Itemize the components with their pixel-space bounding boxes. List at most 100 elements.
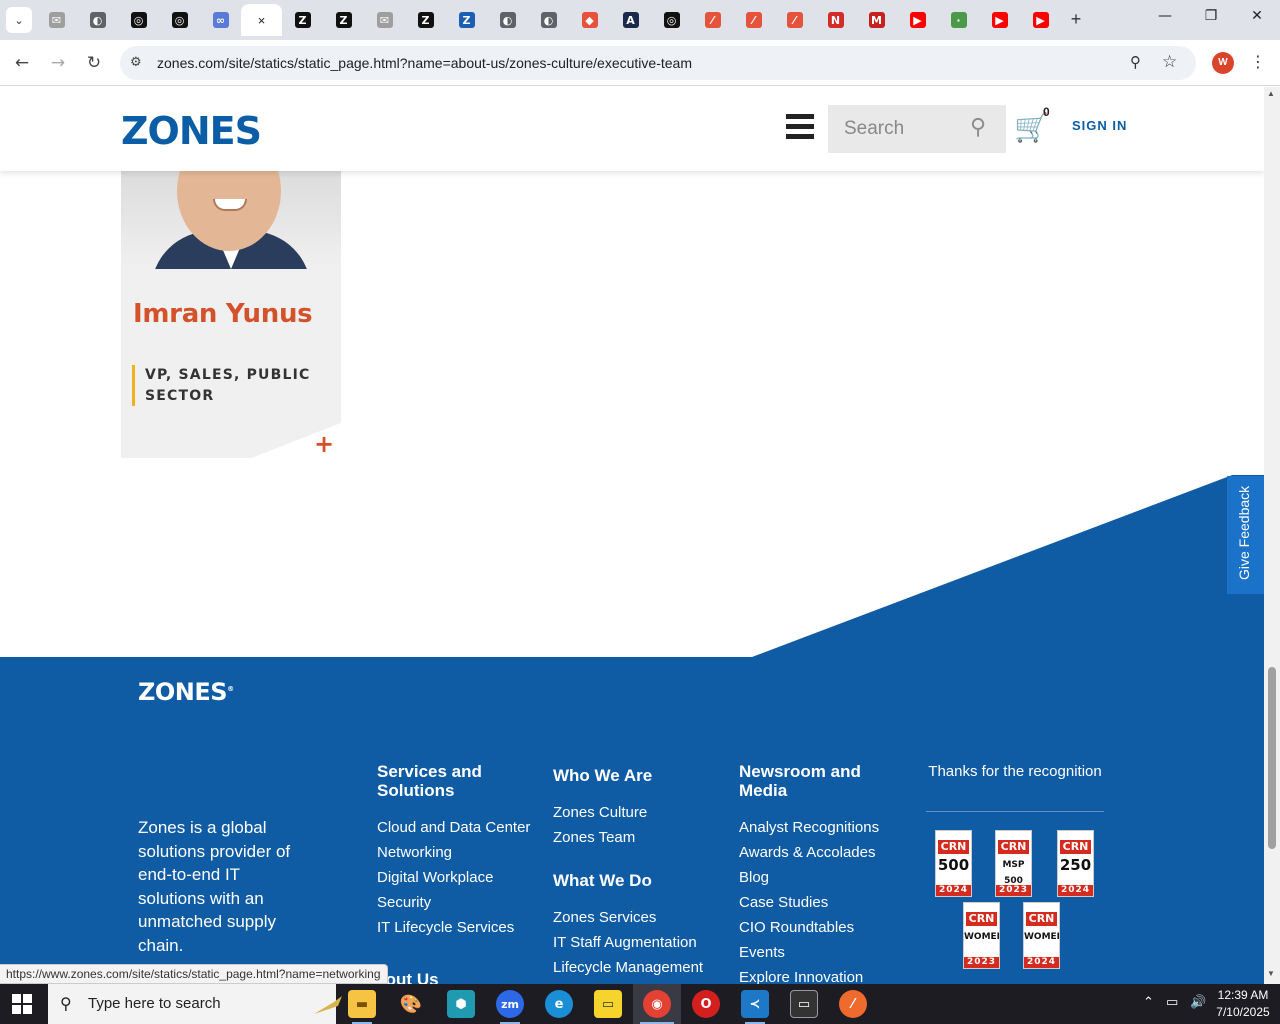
browser-tab[interactable]: ◐ bbox=[528, 4, 569, 36]
minimize-button[interactable]: — bbox=[1142, 8, 1188, 32]
footer-services-link[interactable]: Networking bbox=[377, 840, 542, 865]
browser-tab[interactable]: Z bbox=[405, 4, 446, 36]
zones-logo[interactable]: ZONES bbox=[121, 109, 262, 153]
browser-tab[interactable]: N bbox=[815, 4, 856, 36]
browser-tab[interactable]: ✉ bbox=[36, 4, 77, 36]
footer-what-link[interactable]: Lifecycle Management bbox=[553, 955, 723, 980]
ticket-tab-icon: ◆ bbox=[581, 12, 598, 28]
badge-brand: CRN bbox=[938, 840, 969, 854]
paint-app-icon[interactable]: 🎨 bbox=[397, 990, 425, 1018]
browser-tab[interactable]: · bbox=[938, 4, 979, 36]
footer-who-link[interactable]: Zones Culture bbox=[553, 800, 723, 825]
new-tab-button[interactable]: + bbox=[1066, 9, 1086, 29]
active-tab-close-icon[interactable]: × bbox=[258, 13, 266, 28]
footer-logo[interactable]: ZONES® bbox=[138, 678, 234, 706]
swipe-tab-icon: ⁄ bbox=[786, 12, 803, 28]
vscode-icon[interactable]: ≺ bbox=[741, 990, 769, 1018]
windows-start-icon[interactable] bbox=[12, 994, 32, 1014]
browser-tab[interactable]: A bbox=[610, 4, 651, 36]
footer-news-link[interactable]: Explore Innovation bbox=[739, 965, 909, 984]
search-icon[interactable]: ⚲ bbox=[970, 115, 1000, 145]
zoom-icon[interactable]: ⚲ bbox=[1130, 53, 1141, 71]
browser-tab[interactable]: ▶ bbox=[979, 4, 1020, 36]
sticky-notes-icon[interactable]: ▭ bbox=[594, 990, 622, 1018]
reload-button[interactable]: ↻ bbox=[82, 51, 106, 75]
footer-news-link[interactable]: Blog bbox=[739, 865, 909, 890]
browser-tab[interactable]: ◐ bbox=[77, 4, 118, 36]
postman-icon[interactable]: ⁄ bbox=[839, 990, 867, 1018]
footer-news-link[interactable]: Events bbox=[739, 940, 909, 965]
scroll-down-arrow-icon[interactable]: ▼ bbox=[1267, 969, 1275, 978]
site-info-icon[interactable]: ⚙ bbox=[130, 55, 142, 70]
browser-tab[interactable]: ✉ bbox=[364, 4, 405, 36]
footer-news-link[interactable]: CIO Roundtables bbox=[739, 915, 909, 940]
scrollbar-thumb[interactable] bbox=[1268, 667, 1276, 849]
browser-tab[interactable]: ⁄ bbox=[774, 4, 815, 36]
globe-tab-icon: ◐ bbox=[499, 12, 516, 28]
scroll-up-arrow-icon[interactable]: ▲ bbox=[1267, 89, 1275, 98]
browser-tab[interactable]: ⁄ bbox=[692, 4, 733, 36]
browser-tab[interactable]: ◎ bbox=[118, 4, 159, 36]
volume-icon[interactable]: 🔊 bbox=[1190, 995, 1206, 1010]
badge-brand: CRN bbox=[998, 840, 1029, 854]
badge-year: 2024 bbox=[1058, 885, 1093, 896]
browser-tab[interactable]: ◆ bbox=[569, 4, 610, 36]
browser-tab[interactable]: Z bbox=[446, 4, 487, 36]
footer-services-link[interactable]: IT Lifecycle Services bbox=[377, 915, 542, 940]
back-button[interactable]: ← bbox=[10, 51, 34, 75]
file-explorer-icon[interactable]: ▬ bbox=[348, 990, 376, 1018]
browser-tab[interactable]: ⁄ bbox=[733, 4, 774, 36]
executive-card[interactable] bbox=[121, 269, 341, 458]
badge-number: WOMEN bbox=[964, 932, 999, 942]
browser-tab[interactable]: ▶ bbox=[1020, 4, 1061, 36]
expand-plus-icon[interactable]: + bbox=[314, 430, 334, 458]
address-bar[interactable]: ⚙ zones.com/site/statics/static_page.htm… bbox=[120, 46, 1196, 80]
browser-tab[interactable]: Z bbox=[323, 4, 364, 36]
sign-in-link[interactable]: SIGN IN bbox=[1072, 118, 1127, 133]
bookmark-star-icon[interactable]: ☆ bbox=[1162, 52, 1177, 72]
tab-list: ✉ ◐ ◎ ◎ ∞ × Z Z ✉ Z Z ◐ ◐ ◆ A ◎ ⁄ ⁄ ⁄ N M ▶ · ▶ ▶ bbox=[36, 4, 1061, 36]
footer-news-link[interactable]: Awards & Accolades bbox=[739, 840, 909, 865]
footer-what-link[interactable]: IT Staff Augmentation bbox=[553, 930, 723, 955]
browser-tab[interactable]: × bbox=[241, 4, 282, 36]
opera-browser-icon[interactable]: O bbox=[692, 990, 720, 1018]
tab-search-button[interactable]: ⌄ bbox=[6, 7, 32, 33]
footer-services-link[interactable]: Digital Workplace bbox=[377, 865, 542, 890]
give-feedback-tab[interactable]: Give Feedback bbox=[1227, 476, 1264, 594]
profile-avatar[interactable]: W bbox=[1212, 52, 1234, 74]
edge-browser-icon[interactable]: e bbox=[545, 990, 573, 1018]
network-icon[interactable]: ▭ bbox=[1166, 995, 1178, 1010]
footer-services-link[interactable]: Cloud and Data Center bbox=[377, 815, 542, 840]
terminal-icon[interactable]: ▭ bbox=[790, 990, 818, 1018]
url-text[interactable]: zones.com/site/statics/static_page.html?… bbox=[157, 55, 692, 71]
footer-news-link[interactable]: Case Studies bbox=[739, 890, 909, 915]
footer-news-link[interactable]: Analyst Recognitions bbox=[739, 815, 909, 840]
footer-what-link[interactable]: Zones Services bbox=[553, 905, 723, 930]
zoom-app-icon[interactable]: zm bbox=[496, 990, 524, 1018]
app-hexagon-icon[interactable]: ⬢ bbox=[447, 990, 475, 1018]
close-window-button[interactable]: ✕ bbox=[1234, 8, 1280, 32]
browser-tab[interactable]: ◐ bbox=[487, 4, 528, 36]
browser-tab[interactable]: ◎ bbox=[159, 4, 200, 36]
taskbar-clock[interactable]: 12:39 AM 7/10/2025 bbox=[1212, 987, 1274, 1021]
browser-tab[interactable]: ◎ bbox=[651, 4, 692, 36]
browser-tab[interactable]: Z bbox=[282, 4, 323, 36]
browser-tab[interactable]: ▶ bbox=[897, 4, 938, 36]
crn-award-badge: CRN MSP 500 2023 bbox=[995, 830, 1032, 897]
browser-menu-icon[interactable]: ⋮ bbox=[1250, 52, 1266, 71]
tray-chevron-icon[interactable]: ⌃ bbox=[1143, 995, 1154, 1010]
badge-year: 2023 bbox=[964, 957, 999, 968]
forward-button[interactable]: → bbox=[46, 51, 70, 75]
page-scrollbar[interactable]: ▲ ▼ bbox=[1264, 87, 1280, 984]
footer-services-link[interactable]: Security bbox=[377, 890, 542, 915]
badge-brand: CRN bbox=[1060, 840, 1091, 854]
browser-tab[interactable]: M bbox=[856, 4, 897, 36]
browser-tab[interactable]: ∞ bbox=[200, 4, 241, 36]
hamburger-menu-icon[interactable] bbox=[786, 114, 814, 140]
search-input[interactable] bbox=[828, 105, 968, 153]
footer-who-link[interactable]: Zones Team bbox=[553, 825, 723, 850]
badge-year: 2024 bbox=[936, 885, 971, 896]
taskbar-search-box[interactable]: ⚲ Type here to search bbox=[48, 984, 364, 1024]
restore-button[interactable]: ❐ bbox=[1188, 8, 1234, 32]
chrome-browser-icon[interactable]: ◉ bbox=[643, 990, 671, 1018]
